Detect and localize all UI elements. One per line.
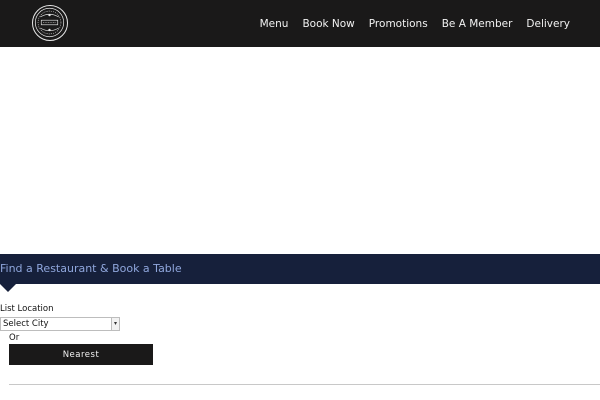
hero-banner-area: [0, 47, 600, 254]
or-label: Or: [9, 333, 20, 343]
city-select[interactable]: Select City ▾: [0, 317, 120, 331]
main-nav: Menu Book Now Promotions Be A Member Del…: [260, 0, 570, 47]
finder-bar-pointer: [0, 284, 16, 292]
pizza-express-logo-icon[interactable]: [32, 5, 68, 41]
nav-item-menu[interactable]: Menu: [260, 18, 289, 30]
finder-title-bar: Find a Restaurant & Book a Table: [0, 254, 600, 284]
city-select-value: Select City: [3, 319, 49, 329]
list-location-label: List Location: [0, 304, 54, 314]
nav-item-delivery[interactable]: Delivery: [526, 18, 570, 30]
nav-item-book-now[interactable]: Book Now: [302, 18, 354, 30]
section-divider: [9, 384, 600, 385]
finder-title: Find a Restaurant & Book a Table: [0, 262, 182, 275]
nav-item-be-a-member[interactable]: Be A Member: [442, 18, 513, 30]
nav-item-promotions[interactable]: Promotions: [369, 18, 428, 30]
chevron-down-icon[interactable]: ▾: [111, 318, 119, 330]
site-header: Menu Book Now Promotions Be A Member Del…: [0, 0, 600, 47]
nearest-button[interactable]: Nearest: [9, 344, 153, 365]
